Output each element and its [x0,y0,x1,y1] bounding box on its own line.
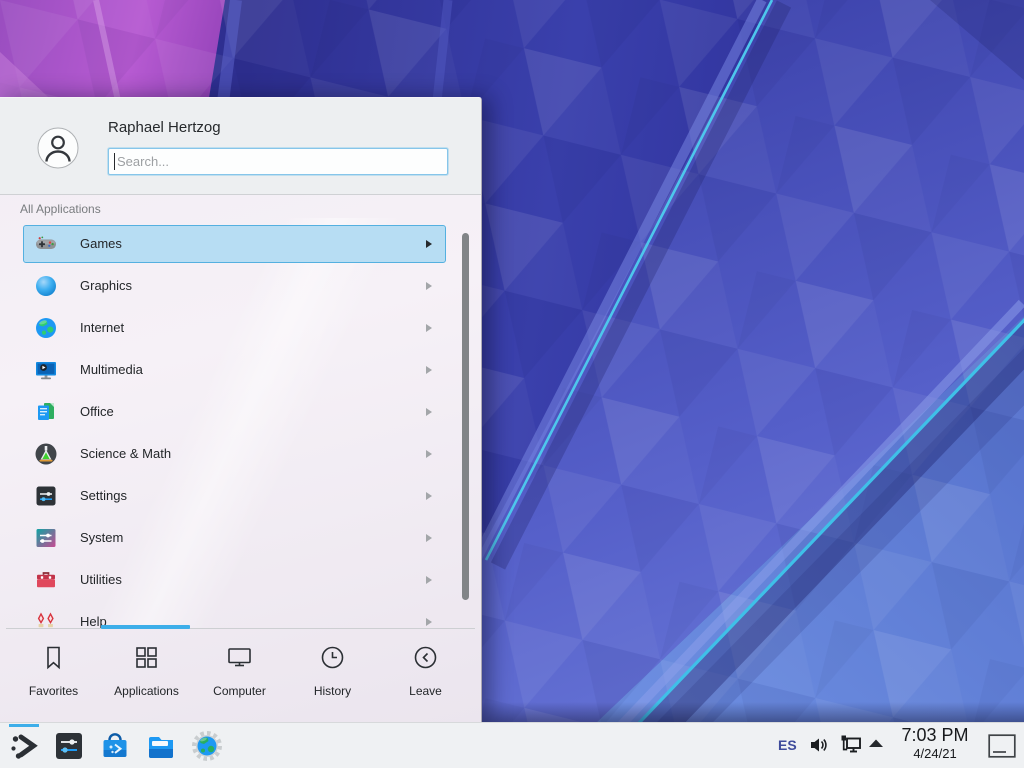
menu-item-multimedia[interactable]: Multimedia [23,351,446,389]
office-icon [34,400,58,424]
games-icon [34,232,58,256]
system-icon [34,526,58,550]
tab-label: Favorites [7,684,100,698]
volume-icon[interactable] [809,736,829,754]
utilities-icon [34,568,58,592]
keyboard-layout-indicator[interactable]: ES [778,737,797,753]
menu-item-label: System [80,530,123,545]
menu-item-internet[interactable]: Internet [23,309,446,347]
application-category-list: Games Graphics [0,218,481,629]
network-icon[interactable] [839,734,862,756]
application-launcher-menu: Raphael Hertzog All Applications Games [0,97,482,723]
system-settings-launcher[interactable] [53,730,85,762]
favorites-icon [40,644,67,671]
tab-label: History [286,684,379,698]
submenu-arrow-icon [426,408,432,416]
desktop: Raphael Hertzog All Applications Games [0,0,1024,768]
user-name: Raphael Hertzog [108,119,221,136]
applications-icon [133,644,160,671]
menu-item-label: Games [80,236,122,251]
submenu-arrow-icon [426,492,432,500]
user-avatar[interactable] [37,127,79,169]
submenu-arrow-icon [426,366,432,374]
menu-item-science-math[interactable]: Science & Math [23,435,446,473]
graphics-icon [34,274,58,298]
taskbar-panel: ES 7:03 PM 4/24/21 [0,722,1024,768]
tab-computer[interactable]: Computer [193,629,286,722]
discover-software-center-launcher[interactable] [99,730,131,762]
menu-item-games[interactable]: Games [23,225,446,263]
menu-item-label: Office [80,404,114,419]
menu-item-label: Settings [80,488,127,503]
launcher-active-indicator [9,724,39,727]
menu-item-office[interactable]: Office [23,393,446,431]
search-input[interactable] [115,150,439,173]
menu-item-utilities[interactable]: Utilities [23,561,446,599]
tab-leave[interactable]: Leave [379,629,472,722]
multimedia-icon [34,358,58,382]
menu-item-label: Multimedia [80,362,143,377]
leave-icon [412,644,439,671]
internet-icon [34,316,58,340]
clock-time: 7:03 PM [891,725,979,746]
submenu-arrow-icon [426,576,432,584]
submenu-arrow-icon [426,282,432,290]
menu-item-label: Internet [80,320,124,335]
list-scrollbar[interactable] [462,233,469,600]
history-icon [319,644,346,671]
menu-item-graphics[interactable]: Graphics [23,267,446,305]
submenu-arrow-icon [426,618,432,626]
search-box[interactable] [108,148,448,175]
tab-favorites[interactable]: Favorites [7,629,100,722]
section-label: All Applications [20,202,101,216]
tab-label: Applications [100,684,193,698]
menu-item-label: Graphics [80,278,132,293]
submenu-arrow-icon [426,324,432,332]
web-browser-launcher[interactable] [191,730,223,762]
submenu-arrow-icon [426,534,432,542]
tab-label: Computer [193,684,286,698]
tab-label: Leave [379,684,472,698]
launcher-tab-bar: Favorites Applications C [0,629,481,722]
tab-history[interactable]: History [286,629,379,722]
science-icon [34,442,58,466]
submenu-arrow-icon [426,450,432,458]
menu-item-system[interactable]: System [23,519,446,557]
digital-clock[interactable]: 7:03 PM 4/24/21 [891,725,979,761]
expand-tray-icon[interactable] [868,739,884,748]
submenu-arrow-icon [426,240,432,248]
tab-applications[interactable]: Applications [100,629,193,722]
show-desktop-button[interactable] [988,734,1016,758]
menu-item-label: Utilities [80,572,122,587]
clock-date: 4/24/21 [891,746,979,761]
settings-icon [34,484,58,508]
menu-item-settings[interactable]: Settings [23,477,446,515]
application-launcher-button[interactable] [8,730,40,762]
menu-item-label: Science & Math [80,446,171,461]
launcher-header: Raphael Hertzog [0,98,481,195]
help-icon [34,610,58,629]
file-manager-launcher[interactable] [145,730,177,762]
computer-icon [226,644,253,671]
menu-item-help[interactable]: Help [23,603,446,629]
